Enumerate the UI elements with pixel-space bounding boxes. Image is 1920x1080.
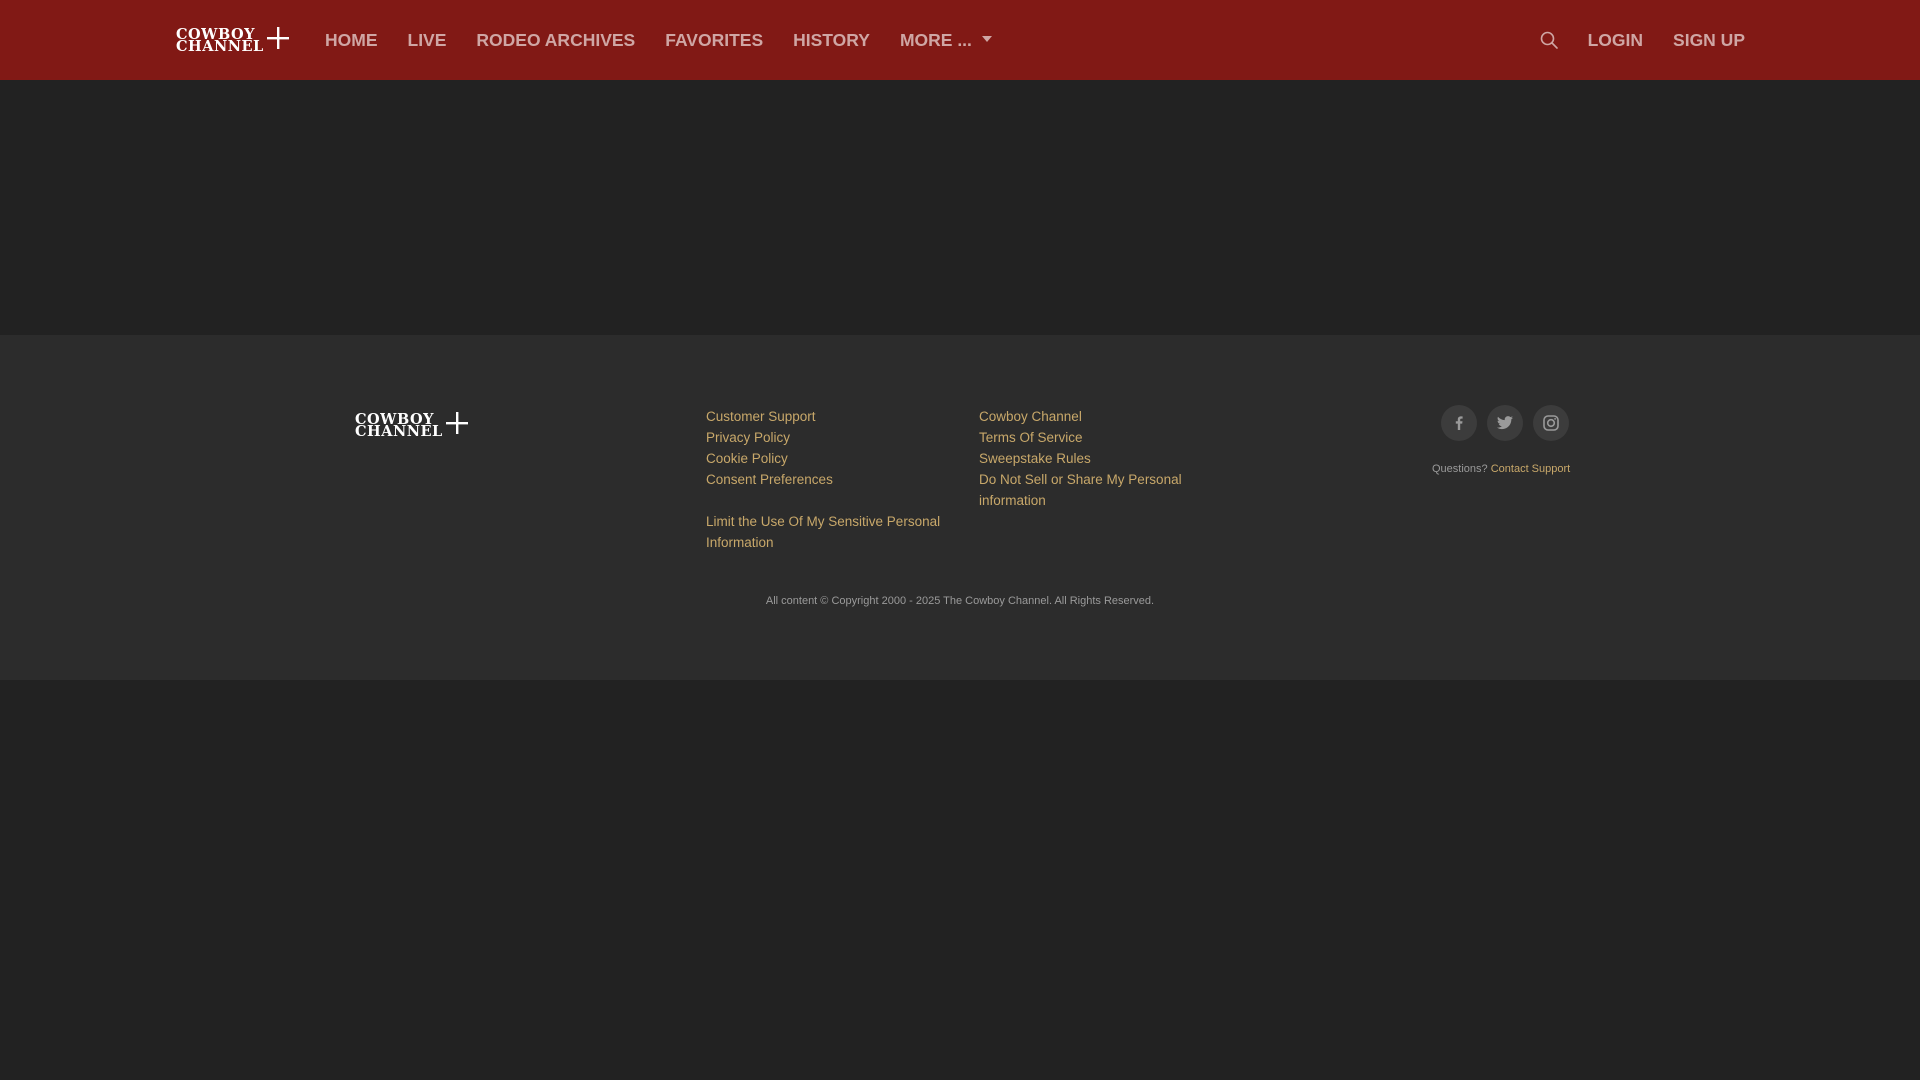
footer-link-sweepstake-rules[interactable]: Sweepstake Rules — [979, 448, 1209, 469]
footer-link-limit-line-1: Limit the Use Of My Sensitive Personal — [706, 514, 941, 529]
footer-logo-line-2: CHANNEL — [355, 422, 443, 440]
site-footer: COWBOY CHANNEL Customer Support Privacy … — [0, 335, 1920, 680]
facebook-icon[interactable] — [1441, 405, 1477, 441]
twitter-icon[interactable] — [1487, 405, 1523, 441]
footer-link-consent-preferences[interactable]: Consent Preferences — [706, 469, 956, 490]
footer-link-do-not-sell[interactable]: Do Not Sell or Share My Personal informat… — [979, 469, 1209, 511]
nav-home[interactable]: HOME — [325, 30, 378, 51]
footer-link-limit-sensitive-info[interactable]: Limit the Use Of My Sensitive Personal In… — [706, 511, 956, 553]
instagram-icon[interactable] — [1533, 405, 1569, 441]
copyright-text: All content © Copyright 2000 - 2025 The … — [765, 595, 1155, 607]
search-icon[interactable] — [1538, 29, 1560, 51]
caret-down-icon — [981, 35, 992, 42]
nav-history[interactable]: HISTORY — [793, 30, 870, 51]
nav-more-dropdown[interactable]: MORE ... — [900, 30, 992, 51]
footer-link-terms-of-service[interactable]: Terms Of Service — [979, 427, 1209, 448]
questions-contact: Questions? Contact Support — [1432, 463, 1570, 475]
footer-link-do-not-sell-line-2: information — [979, 493, 1046, 508]
social-links — [1441, 405, 1569, 441]
login-link[interactable]: LOGIN — [1588, 30, 1643, 51]
contact-support-link[interactable]: Contact Support — [1491, 463, 1571, 475]
nav-rodeo-archives[interactable]: RODEO ARCHIVES — [476, 30, 635, 51]
plus-icon — [445, 412, 468, 439]
logo-line-2: CHANNEL — [176, 37, 264, 55]
nav-favorites[interactable]: FAVORITES — [665, 30, 763, 51]
signup-link[interactable]: SIGN UP — [1673, 30, 1745, 51]
footer-links-column-2: Cowboy Channel Terms Of Service Sweepsta… — [979, 406, 1209, 511]
main-nav: HOME LIVE RODEO ARCHIVES FAVORITES HISTO… — [325, 0, 1022, 80]
nav-more-label: MORE ... — [899, 29, 972, 50]
footer-link-limit-line-2: Information — [706, 535, 774, 550]
footer-link-do-not-sell-line-1: Do Not Sell or Share My Personal — [979, 472, 1182, 487]
footer-link-privacy-policy[interactable]: Privacy Policy — [706, 427, 956, 448]
footer-spacer — [706, 490, 956, 511]
footer-links-column-1: Customer Support Privacy Policy Cookie P… — [706, 406, 956, 553]
header-actions: LOGIN SIGN UP — [1538, 0, 1745, 80]
footer-link-cookie-policy[interactable]: Cookie Policy — [706, 448, 956, 469]
logo-text: COWBOY CHANNEL — [176, 27, 264, 55]
header-logo[interactable]: COWBOY CHANNEL — [176, 27, 289, 54]
footer-logo[interactable]: COWBOY CHANNEL — [355, 412, 468, 439]
top-header: COWBOY CHANNEL HOME LIVE RODEO ARCHIVES … — [0, 0, 1920, 80]
footer-logo-text: COWBOY CHANNEL — [355, 412, 443, 440]
footer-link-cowboy-channel[interactable]: Cowboy Channel — [979, 406, 1209, 427]
questions-label: Questions? — [1432, 463, 1488, 475]
plus-icon — [266, 27, 289, 54]
nav-live[interactable]: LIVE — [408, 30, 447, 51]
footer-link-customer-support[interactable]: Customer Support — [706, 406, 956, 427]
